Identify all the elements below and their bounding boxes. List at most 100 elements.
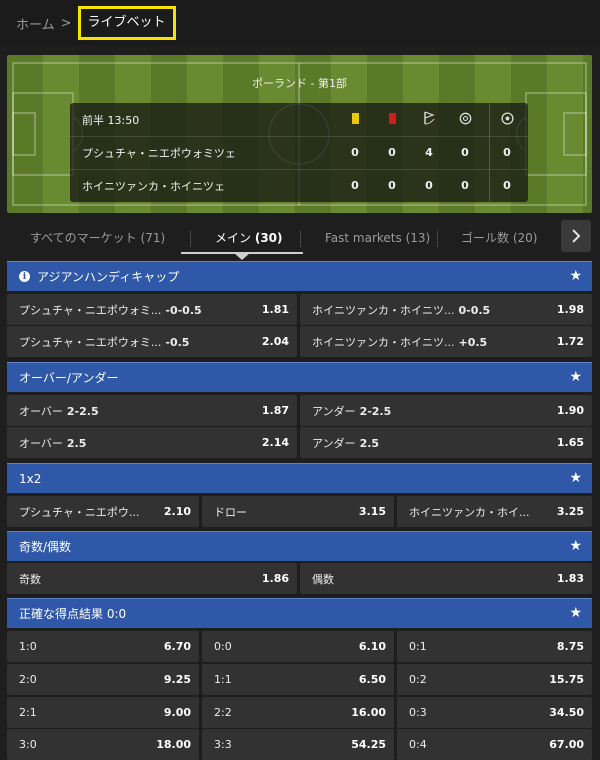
odds-price: 6.70	[163, 640, 191, 653]
breadcrumb: ホーム > ライブベット	[0, 0, 600, 46]
odds-price: 1.83	[556, 572, 584, 585]
market-title: アジアンハンディキャップ	[37, 270, 180, 284]
market-header-odd-even[interactable]: 奇数/偶数 ★	[7, 531, 592, 561]
handicap-line: 0-0.5	[458, 303, 491, 317]
goal-icon	[497, 111, 517, 128]
breadcrumb-current[interactable]: ライブベット	[77, 6, 176, 40]
odds-button[interactable]: 0:1 8.75	[397, 631, 592, 662]
tab-label: Fast markets	[325, 231, 402, 245]
tab-label: ゴール数	[461, 231, 510, 245]
breadcrumb-home-link[interactable]: ホーム	[16, 14, 55, 33]
home-goals: 0	[503, 146, 511, 159]
odds-button[interactable]: オーバー 2-2.5 1.87	[7, 395, 297, 426]
selection-name: ドロー	[214, 505, 247, 519]
odds-button[interactable]: 1:1 6.50	[202, 664, 394, 695]
corner-flag-icon	[419, 111, 439, 128]
odds-price: 1.98	[556, 303, 584, 316]
handicap-line: -0-0.5	[165, 303, 202, 317]
odds-button[interactable]: プシュチャ・ニエポウ... 2.10	[7, 496, 199, 527]
star-icon[interactable]: ★	[569, 470, 582, 486]
score-label: 2:0	[19, 673, 37, 686]
odds-label: プシュチャ・ニエポウォミ... -0.5	[19, 334, 189, 350]
score-panel: 前半 13:50 プシュチャ・ニエポウォミツェ 0 0 4 0 0 ホイニツァン…	[70, 103, 528, 202]
score-label: 2:1	[19, 706, 37, 719]
penalty-icon	[455, 112, 475, 128]
tab-goals[interactable]: ゴール数 (20)	[461, 222, 537, 254]
league-name: ポーランド - 第1部	[252, 77, 347, 90]
odds-button[interactable]: ホイニツァンカ・ホイニツ... 0-0.5 1.98	[300, 294, 592, 325]
star-icon[interactable]: ★	[569, 268, 582, 284]
odds-button[interactable]: 3:3 54.25	[202, 729, 394, 760]
odds-button[interactable]: 0:0 6.10	[202, 631, 394, 662]
selection-name: 偶数	[312, 572, 334, 586]
score-label: 0:0	[214, 640, 232, 653]
away-red-cards: 0	[388, 179, 396, 192]
home-team-name: プシュチャ・ニエポウォミツェ	[82, 146, 236, 160]
yellow-card-icon	[345, 112, 365, 127]
odds-price: 1.65	[556, 436, 584, 449]
odds-label: オーバー 2.5	[19, 435, 86, 451]
total-line: 2.5	[359, 436, 380, 450]
odds-price: 1.90	[556, 404, 584, 417]
odds-button[interactable]: ドロー 3.15	[202, 496, 394, 527]
odds-button[interactable]: 偶数 1.83	[300, 563, 592, 594]
score-label: 3:0	[19, 738, 37, 751]
market-header-over-under[interactable]: オーバー/アンダー ★	[7, 362, 592, 392]
odds-price: 1.86	[261, 572, 289, 585]
star-icon[interactable]: ★	[569, 538, 582, 554]
market-header-1x2[interactable]: 1x2 ★	[7, 463, 592, 493]
market-header-asian-handicap[interactable]: i アジアンハンディキャップ ★	[7, 261, 592, 291]
odds-label: ホイニツァンカ・ホイニツ... 0-0.5	[312, 302, 490, 318]
handicap-line: +0.5	[458, 335, 488, 349]
odds-label: ホイニツァンカ・ホイニツ... +0.5	[312, 334, 487, 350]
selection-name: 奇数	[19, 572, 41, 586]
odds-price: 6.50	[358, 673, 386, 686]
odds-button[interactable]: 0:4 67.00	[397, 729, 592, 760]
tab-count: (20)	[512, 231, 538, 245]
odds-button[interactable]: 1:0 6.70	[7, 631, 199, 662]
odds-button[interactable]: オーバー 2.5 2.14	[7, 427, 297, 458]
market-title: 奇数/偶数	[19, 540, 72, 554]
market-title: オーバー/アンダー	[19, 371, 119, 385]
tab-count: (71)	[140, 231, 166, 245]
odds-button[interactable]: アンダー 2.5 1.65	[300, 427, 592, 458]
odds-button[interactable]: ホイニツァンカ・ホイ... 3.25	[397, 496, 592, 527]
odds-price: 34.50	[549, 706, 584, 719]
odds-price: 6.10	[358, 640, 386, 653]
tab-main[interactable]: メイン (30)	[215, 222, 283, 254]
selection-name: プシュチャ・ニエポウォミ...	[19, 303, 162, 317]
breadcrumb-separator: >	[60, 15, 72, 31]
odds-label: プシュチャ・ニエポウォミ... -0-0.5	[19, 302, 202, 318]
odds-button[interactable]: 3:0 18.00	[7, 729, 199, 760]
odds-button[interactable]: ホイニツァンカ・ホイニツ... +0.5 1.72	[300, 326, 592, 357]
chevron-right-icon	[572, 229, 581, 243]
odds-button[interactable]: プシュチャ・ニエポウォミ... -0.5 2.04	[7, 326, 297, 357]
tab-separator	[437, 230, 438, 247]
odds-button[interactable]: 0:3 34.50	[397, 697, 592, 728]
odds-price: 18.00	[156, 738, 191, 751]
score-label: 3:3	[214, 738, 232, 751]
tab-fast-markets[interactable]: Fast markets (13)	[325, 222, 430, 254]
home-yellow-cards: 0	[351, 146, 359, 159]
odds-button[interactable]: 奇数 1.86	[7, 563, 297, 594]
odds-label: オーバー 2-2.5	[19, 403, 99, 419]
star-icon[interactable]: ★	[569, 605, 582, 621]
odds-button[interactable]: 2:2 16.00	[202, 697, 394, 728]
tabs-next-button[interactable]	[561, 220, 591, 252]
selection-name: プシュチャ・ニエポウ...	[19, 505, 140, 519]
tab-separator	[300, 230, 301, 247]
odds-price: 1.81	[261, 303, 289, 316]
odds-button[interactable]: 0:2 15.75	[397, 664, 592, 695]
odds-price: 16.00	[351, 706, 386, 719]
tab-all-markets[interactable]: すべてのマーケット (71)	[30, 222, 165, 254]
odds-price: 2.14	[261, 436, 289, 449]
odds-button[interactable]: アンダー 2-2.5 1.90	[300, 395, 592, 426]
odds-label: アンダー 2-2.5	[312, 403, 391, 419]
odds-button[interactable]: プシュチャ・ニエポウォミ... -0-0.5 1.81	[7, 294, 297, 325]
odds-button[interactable]: 2:0 9.25	[7, 664, 199, 695]
info-icon[interactable]: i	[19, 271, 30, 282]
market-header-correct-score[interactable]: 正確な得点結果 0:0 ★	[7, 598, 592, 628]
match-scoreboard: ポーランド - 第1部 前半 13:50 プシュチャ・ニエポウォミツェ 0 0 …	[7, 55, 592, 213]
star-icon[interactable]: ★	[569, 369, 582, 385]
odds-button[interactable]: 2:1 9.00	[7, 697, 199, 728]
